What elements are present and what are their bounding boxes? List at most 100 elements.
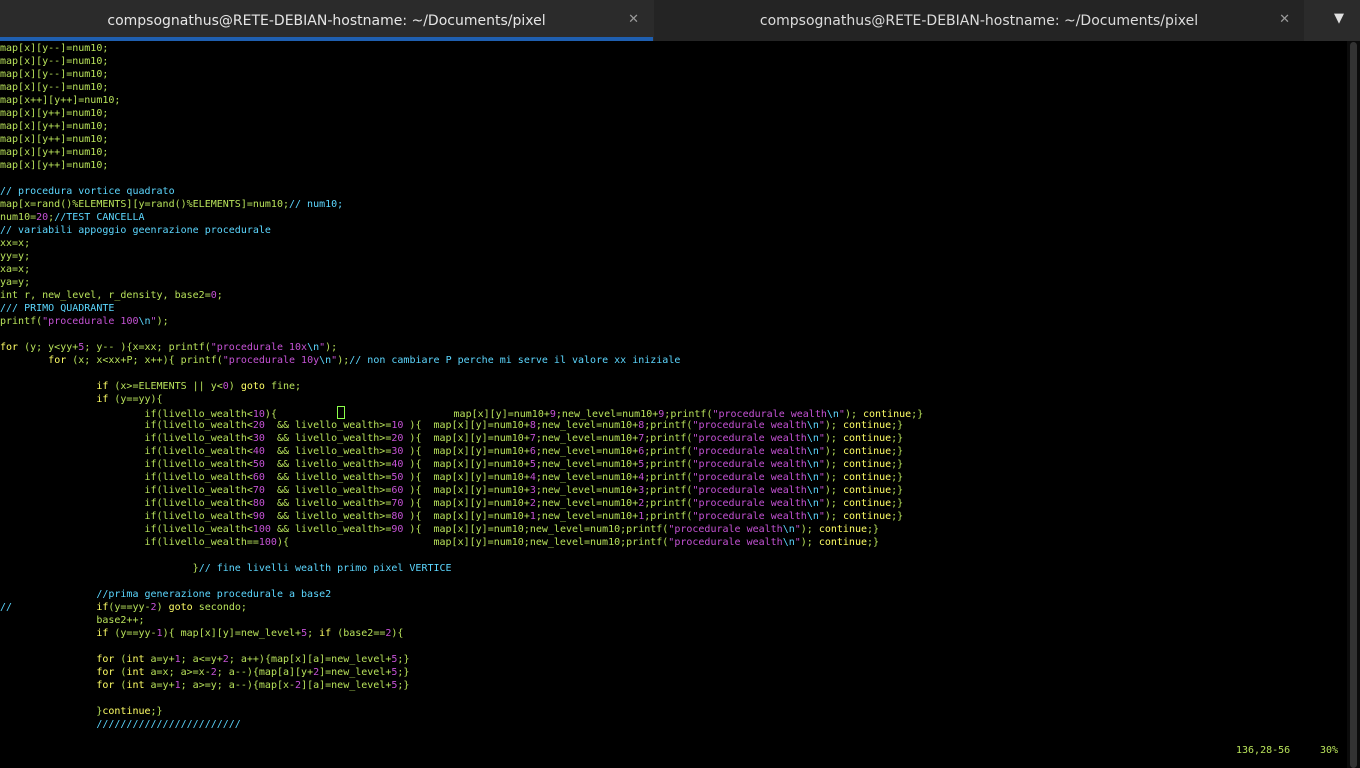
code-line: if(livello_wealth==100){ map[x][y]=num10… [0, 536, 923, 549]
code-token: && livello_wealth>= [264, 498, 392, 509]
code-token: \n [307, 342, 320, 353]
code-token: map[x][y--]=num10; [0, 56, 109, 67]
code-token: \n [806, 420, 819, 431]
code-token: "procedurale wealth [692, 472, 807, 483]
code-token: "procedurale 100 [42, 316, 139, 327]
code-token: 80 [391, 511, 404, 522]
code-token: \n [806, 433, 819, 444]
code-token: if(livello_wealth< [0, 459, 253, 470]
code-line: if(livello_wealth<10){ map[x][y]=num10+9… [0, 406, 923, 420]
text-cursor [337, 406, 346, 419]
code-token: "procedurale 10y [222, 355, 320, 366]
code-token: (y==yy){ [108, 394, 163, 405]
code-token: ;} [891, 459, 904, 470]
code-token: && livello_wealth>= [264, 511, 392, 522]
code-token: && livello_wealth>= [264, 433, 392, 444]
code-token: if [96, 628, 109, 639]
code-line: /// PRIMO QUADRANTE [0, 302, 923, 315]
code-token: ;new_level=num10+ [535, 472, 639, 483]
code-token: 20 [391, 433, 404, 444]
code-token: && livello_wealth>= [264, 446, 392, 457]
code-line: //////////////////////// [0, 718, 923, 731]
code-line: yy=y; [0, 250, 923, 263]
code-line: map[x][y--]=num10; [0, 55, 923, 68]
code-token: if(livello_wealth< [0, 498, 253, 509]
code-token: 30 [252, 433, 265, 444]
code-token: "procedurale wealth [692, 511, 807, 522]
code-token: ; [307, 628, 320, 639]
code-token: 60 [252, 472, 265, 483]
code-token: 40 [391, 459, 404, 470]
code-token: ; a++){map[x][a]=new_level+ [228, 654, 392, 665]
code-token: && livello_wealth>= [270, 524, 392, 535]
code-token: ){ map[x][y]=num10+ [403, 511, 530, 522]
code-token: ;printf( [644, 433, 693, 444]
code-token: if(livello_wealth< [0, 446, 253, 457]
code-token: ;new_level=num10+ [535, 446, 639, 457]
code-token: if(livello_wealth== [0, 537, 259, 548]
code-token: ;new_level=num10+ [535, 511, 639, 522]
terminal-view[interactable]: map[x][y--]=num10; map[x][y--]=num10; map[… [0, 41, 1347, 768]
code-token: \n [806, 472, 819, 483]
tab-menu-chevron-down-icon[interactable]: ▼ [1328, 11, 1350, 29]
code-token: ); [824, 433, 843, 444]
code-token: int [126, 667, 145, 678]
code-token: fine; [264, 381, 302, 392]
code-token: \n [782, 524, 795, 535]
code-token: int [126, 680, 145, 691]
code-line: if(livello_wealth<50 && livello_wealth>=… [0, 458, 923, 471]
code-token: goto [168, 602, 193, 613]
code-token: ;printf( [644, 472, 693, 483]
code-token: map[x][y++]=num10; [0, 160, 109, 171]
code-token: continue [842, 485, 892, 496]
code-token: 90 [391, 524, 404, 535]
code-token: "procedurale wealth [692, 485, 807, 496]
code-token: (y==yy- [108, 628, 157, 639]
code-token: ){ map[x][y]=num10+ [403, 498, 530, 509]
code-token: 60 [391, 485, 404, 496]
code-buffer: map[x][y--]=num10; map[x][y--]=num10; map[… [0, 42, 923, 731]
code-token: printf( [0, 316, 43, 327]
code-token: ; a--){map[a][y+ [216, 667, 314, 678]
code-token: 90 [252, 511, 265, 522]
code-line: map[x][y--]=num10; [0, 42, 923, 55]
code-token: map[x][y++]=num10; [0, 121, 109, 132]
code-token: secondo; [192, 602, 247, 613]
close-icon[interactable]: ✕ [1279, 12, 1290, 27]
code-line: map[x][y++]=num10; [0, 133, 923, 146]
code-token: ;new_level=num10+ [535, 433, 639, 444]
code-token: continue [842, 472, 892, 483]
code-token: /// PRIMO QUADRANTE [0, 303, 115, 314]
code-token: if [96, 602, 109, 613]
scrollbar-thumb[interactable] [1350, 42, 1357, 768]
code-token: continue [102, 706, 151, 717]
code-line: map[x][y++]=num10; [0, 120, 923, 133]
code-token: //////////////////////// [0, 719, 241, 730]
code-line: for (int a=y+1; a>=y; a--){map[x-2][a]=n… [0, 679, 923, 692]
code-token: for [96, 667, 115, 678]
code-token: 70 [391, 498, 404, 509]
code-token: map[x][y--]=num10; [0, 43, 109, 54]
code-line: if(livello_wealth<60 && livello_wealth>=… [0, 471, 923, 484]
code-token: continue [842, 498, 892, 509]
code-token: "procedurale wealth [692, 420, 807, 431]
code-token: ){ map[x][y]=num10+ [403, 459, 530, 470]
tab-terminal-2[interactable]: compsognathus@RETE-DEBIAN-hostname: ~/Do… [654, 0, 1304, 41]
code-line: num10=20;//TEST CANCELLA [0, 211, 923, 224]
code-line: if(livello_wealth<30 && livello_wealth>=… [0, 432, 923, 445]
code-line: }// fine livelli wealth primo pixel VERT… [0, 562, 923, 575]
code-token: 50 [252, 459, 265, 470]
code-token: ){ map[x][y]=new_level+ [162, 628, 302, 639]
code-token: ( [114, 680, 127, 691]
close-icon[interactable]: ✕ [628, 12, 639, 27]
code-token: && livello_wealth>= [264, 485, 392, 496]
code-line: map[x=rand()%ELEMENTS][y=rand()%ELEMENTS… [0, 198, 923, 211]
code-token: "procedurale wealth [668, 524, 783, 535]
code-line: map[x][y--]=num10; [0, 68, 923, 81]
tab-terminal-1[interactable]: compsognathus@RETE-DEBIAN-hostname: ~/Do… [0, 0, 653, 41]
